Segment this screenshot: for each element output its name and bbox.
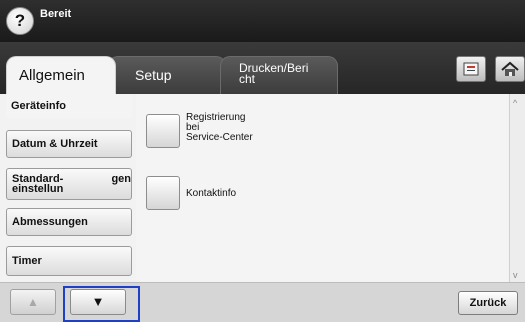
service-center-registration-button[interactable] xyxy=(146,114,180,148)
printer-display: ? Bereit Setup Drucken/Beri cht Allgemei… xyxy=(0,0,525,322)
back-button[interactable]: Zurück xyxy=(458,291,518,315)
contact-info-label: Kontaktinfo xyxy=(186,188,237,199)
tab-setup[interactable]: Setup xyxy=(108,56,226,94)
content-area: Geräteinfo Datum & Uhrzeit Standard-eins… xyxy=(0,94,525,282)
status-bar: ? Bereit xyxy=(0,0,525,42)
home-button[interactable] xyxy=(495,56,525,82)
job-status-button[interactable] xyxy=(456,56,486,82)
highlight-frame xyxy=(63,286,140,322)
job-status-icon xyxy=(463,62,479,76)
sidebar-item-default-settings-line2: gen xyxy=(111,173,131,185)
scrollbar[interactable]: ^ v xyxy=(509,94,525,282)
service-center-registration-line3: Service-Center xyxy=(186,132,253,143)
home-icon xyxy=(501,61,519,76)
help-button[interactable]: ? xyxy=(6,7,34,35)
scroll-up-icon[interactable]: ^ xyxy=(513,98,517,108)
page-up-button[interactable]: ▲ xyxy=(10,289,56,315)
scroll-down-icon[interactable]: v xyxy=(513,270,518,280)
tab-print-label-line2: cht xyxy=(239,72,256,86)
sidebar: Geräteinfo Datum & Uhrzeit Standard-eins… xyxy=(6,94,134,282)
sidebar-item-dimensions[interactable]: Abmessungen xyxy=(6,208,132,236)
tab-print-report[interactable]: Drucken/Beri cht xyxy=(220,56,338,94)
status-text: Bereit xyxy=(40,8,72,20)
main-panel: Registrierung bei Service-Center Kontakt… xyxy=(136,94,508,282)
sidebar-item-default-settings[interactable]: Standard-einstellun gen xyxy=(6,168,132,200)
sidebar-item-default-settings-line1: Standard-einstellun xyxy=(12,173,64,195)
sidebar-item-date-time[interactable]: Datum & Uhrzeit xyxy=(6,130,132,158)
sidebar-item-timer[interactable]: Timer xyxy=(6,246,132,276)
tab-bar: Setup Drucken/Beri cht Allgemein xyxy=(0,42,525,94)
contact-info-button[interactable] xyxy=(146,176,180,210)
tab-general[interactable]: Allgemein xyxy=(6,56,116,94)
sidebar-item-device-info[interactable]: Geräteinfo xyxy=(6,94,132,118)
service-center-registration-label: Registrierung bei Service-Center xyxy=(186,113,253,143)
